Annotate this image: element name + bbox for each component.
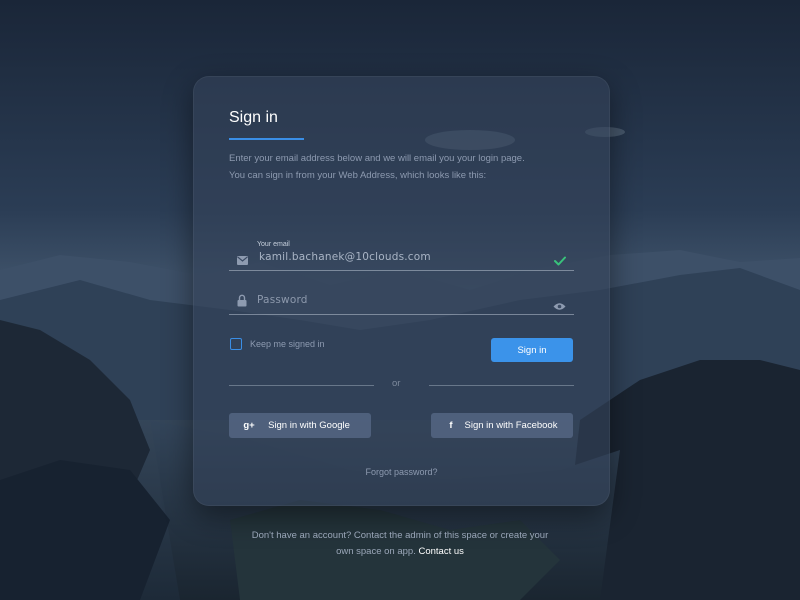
- password-field[interactable]: Password: [229, 290, 574, 315]
- divider-right: [429, 385, 574, 386]
- title-underline: [229, 138, 304, 140]
- signin-button[interactable]: Sign in: [491, 338, 573, 362]
- email-field[interactable]: [229, 246, 574, 271]
- checkmark-icon: [554, 253, 566, 271]
- divider-left: [229, 385, 374, 386]
- forgot-password-link[interactable]: Forgot password?: [193, 467, 610, 477]
- page-title: Sign in: [229, 109, 278, 126]
- lock-icon: [237, 294, 247, 312]
- footer-line-1: Don't have an account? Contact the admin…: [251, 530, 549, 541]
- email-input[interactable]: [257, 250, 541, 264]
- google-signin-label: Sign in with Google: [268, 420, 350, 431]
- footer-text: Don't have an account? Contact the admin…: [230, 528, 570, 560]
- password-input[interactable]: Password: [257, 294, 537, 306]
- divider-or: or: [392, 378, 401, 389]
- google-signin-button[interactable]: g+ Sign in with Google: [229, 413, 371, 438]
- facebook-icon: f: [449, 420, 453, 431]
- contact-us-link[interactable]: Contact us: [418, 546, 463, 557]
- footer-line-2-text: own space on app.: [336, 546, 416, 557]
- envelope-icon: [237, 252, 248, 270]
- facebook-signin-button[interactable]: f Sign in with Facebook: [431, 413, 573, 438]
- keep-signed-in-checkbox[interactable]: [230, 338, 242, 350]
- description-line-2: You can sign in from your Web Address, w…: [229, 170, 487, 181]
- description-line-1: Enter your email address below and we wi…: [229, 153, 525, 164]
- footer-line-2: own space on app. Contact us: [230, 544, 570, 560]
- keep-signed-in-label: Keep me signed in: [250, 339, 325, 349]
- signin-card: Sign in Enter your email address below a…: [193, 76, 610, 506]
- facebook-signin-label: Sign in with Facebook: [464, 420, 558, 431]
- keep-signed-in[interactable]: Keep me signed in: [230, 338, 325, 350]
- description: Enter your email address below and we wi…: [229, 150, 559, 184]
- google-plus-icon: g+: [243, 420, 255, 431]
- eye-icon[interactable]: [553, 298, 566, 316]
